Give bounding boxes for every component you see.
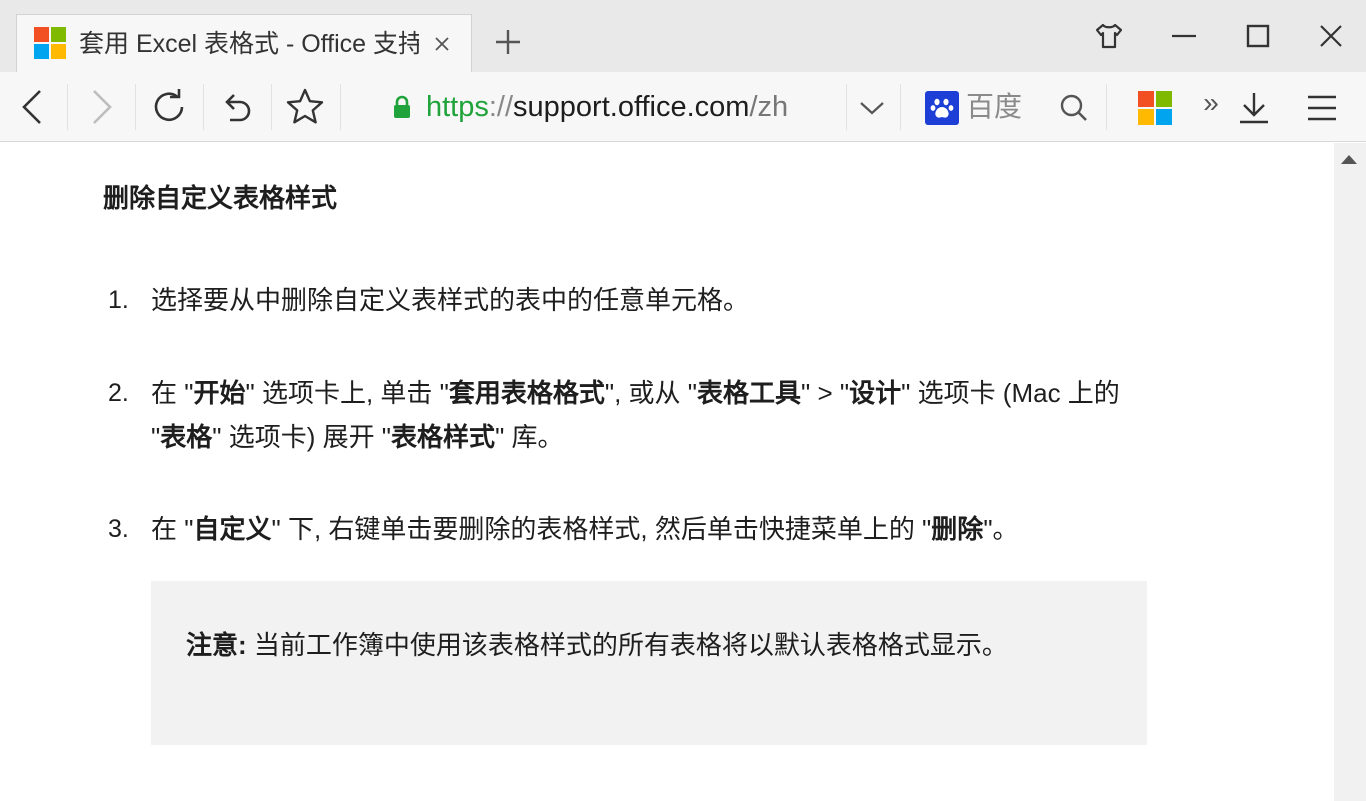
- reload-icon: [154, 89, 184, 122]
- skin-button[interactable]: [1085, 12, 1133, 60]
- undo-icon: [225, 94, 251, 122]
- star-icon: [286, 88, 324, 124]
- url-separator: ://: [488, 91, 514, 123]
- step-text-run: " 选项卡) 展开 ": [212, 422, 392, 452]
- browser-titlebar: 套用 Excel 表格式 - Office 支持: [0, 0, 1366, 72]
- maximize-button[interactable]: [1234, 12, 1282, 60]
- search-button[interactable]: [1056, 90, 1092, 126]
- download-button[interactable]: [1234, 88, 1274, 128]
- step-text-run: ", 或从 ": [604, 378, 697, 408]
- page-content: 删除自定义表格样式 1. 选择要从中删除自定义表样式的表中的任意单元格。 2. …: [0, 143, 1334, 801]
- step-emphasis: 表格样式: [391, 422, 496, 452]
- step-text-run: 在 ": [151, 378, 194, 408]
- step-text-run: 在 ": [151, 514, 194, 544]
- main-menu-button[interactable]: [1302, 88, 1342, 128]
- undo-close-tab-button[interactable]: [204, 72, 270, 142]
- browser-tab-active[interactable]: 套用 Excel 表格式 - Office 支持: [16, 14, 472, 72]
- note-label: 注意:: [186, 630, 247, 660]
- back-button[interactable]: [0, 72, 66, 142]
- bookmark-button[interactable]: [272, 72, 338, 142]
- section-title: 删除自定义表格样式: [103, 183, 338, 213]
- note-callout: 注意: 当前工作簿中使用该表格样式的所有表格将以默认表格格式显示。: [151, 581, 1147, 745]
- close-icon: [1320, 25, 1342, 47]
- step-emphasis: 设计: [849, 378, 902, 408]
- chevron-down-icon: [860, 102, 884, 115]
- tab-title: 套用 Excel 表格式 - Office 支持: [79, 30, 419, 58]
- search-engine-label[interactable]: 百度: [966, 89, 1022, 125]
- forward-icon: [93, 90, 112, 124]
- minimize-icon: [1172, 34, 1196, 38]
- minimize-button[interactable]: [1160, 12, 1208, 60]
- skin-icon: [1095, 23, 1123, 49]
- microsoft-logo-icon: [34, 27, 66, 59]
- step-text: 在 "自定义" 下, 右键单击要删除的表格样式, 然后单击快捷菜单上的 "删除"…: [151, 507, 1146, 551]
- address-bar[interactable]: https://support.office.com/zh: [426, 89, 826, 125]
- search-icon: [1060, 94, 1087, 121]
- step-emphasis: 开始: [193, 378, 246, 408]
- navigation-toolbar: https://support.office.com/zh 百度 »: [0, 72, 1366, 142]
- step-number: 1.: [108, 286, 129, 314]
- download-icon: [1240, 93, 1268, 124]
- step-text-run: " > ": [801, 378, 850, 408]
- back-icon: [22, 90, 41, 124]
- step-emphasis: 套用表格格式: [448, 378, 605, 408]
- step-emphasis: 删除: [931, 514, 984, 544]
- step-text-run: 选择要从中删除自定义表样式的表中的任意单元格。: [151, 285, 750, 315]
- url-dropdown-button[interactable]: [856, 92, 888, 124]
- step-text: 选择要从中删除自定义表样式的表中的任意单元格。: [151, 278, 1146, 322]
- url-scheme: https: [426, 91, 489, 123]
- paw-icon: [930, 98, 954, 118]
- step-text-run: "。: [983, 514, 1019, 544]
- apps-grid-icon[interactable]: [1138, 91, 1172, 125]
- reload-button[interactable]: [136, 72, 202, 142]
- scroll-up-arrow-icon[interactable]: [1341, 155, 1357, 164]
- plus-icon: [496, 30, 520, 54]
- step-emphasis: 表格工具: [697, 378, 802, 408]
- url-path: /zh: [749, 91, 789, 123]
- lock-icon: [394, 95, 410, 118]
- url-host: support.office.com: [513, 91, 750, 123]
- step-text-run: " 下, 右键单击要删除的表格样式, 然后单击快捷菜单上的 ": [271, 514, 932, 544]
- step-text: 在 "开始" 选项卡上, 单击 "套用表格格式", 或从 "表格工具" > "设…: [151, 371, 1146, 459]
- close-window-button[interactable]: [1307, 12, 1355, 60]
- close-icon: [435, 37, 449, 51]
- step-text-run: " 选项卡上, 单击 ": [245, 378, 449, 408]
- baidu-paw-icon[interactable]: [925, 91, 959, 125]
- new-tab-button[interactable]: [488, 22, 528, 62]
- vertical-scrollbar[interactable]: [1334, 143, 1366, 801]
- more-tools-button[interactable]: »: [1194, 86, 1228, 120]
- step-number: 2.: [108, 379, 129, 407]
- step-emphasis: 自定义: [193, 514, 272, 544]
- step-number: 3.: [108, 515, 129, 543]
- step-text-run: " 库。: [495, 422, 564, 452]
- note-text: 注意: 当前工作簿中使用该表格样式的所有表格将以默认表格格式显示。: [186, 623, 1036, 667]
- hamburger-menu-icon: [1308, 95, 1336, 121]
- note-body: 当前工作簿中使用该表格样式的所有表格将以默认表格格式显示。: [246, 630, 1008, 660]
- forward-button[interactable]: [68, 72, 134, 142]
- step-emphasis: 表格: [160, 422, 213, 452]
- maximize-icon: [1246, 24, 1270, 48]
- tab-close-button[interactable]: [429, 31, 455, 57]
